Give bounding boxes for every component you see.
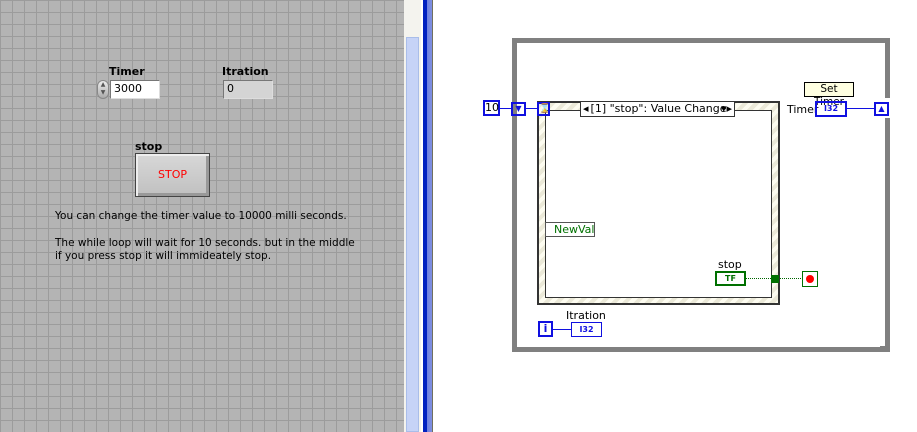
newval-node[interactable]: NewVal (545, 222, 595, 237)
iteration-terminal[interactable]: I32 (571, 322, 602, 337)
wire (500, 108, 511, 109)
tooltip: Set Timer (804, 82, 854, 108)
event-case-selector[interactable]: ◂ [1] "stop": Value Change ▾▸ (580, 101, 735, 117)
timer-input[interactable]: 3000 (110, 80, 160, 99)
stop-terminal[interactable]: TF (715, 271, 746, 286)
while-loop-edge (885, 118, 890, 352)
window-divider (423, 0, 433, 432)
constant-10[interactable]: 10 (483, 100, 500, 116)
note-line-1: You can change the timer value to 10000 … (55, 210, 347, 222)
front-panel: Timer ▲ ▼ 3000 Itration 0 stop STOP You c… (0, 0, 404, 432)
timer-increment-decrement[interactable]: ▲ ▼ (97, 80, 109, 99)
stop-condition-terminal[interactable] (802, 271, 818, 287)
stop-terminal-label: stop (718, 258, 742, 271)
loop-resize-handle[interactable] (880, 346, 890, 352)
shift-register-right-icon: ▲ (874, 102, 889, 116)
timer-terminal[interactable]: I32 (815, 101, 847, 117)
loop-index-terminal: i (538, 321, 553, 337)
wire (526, 108, 537, 109)
shift-register-left-icon: ▼ (511, 102, 526, 116)
scrollbar-thumb[interactable] (406, 37, 419, 432)
timer-label: Timer (109, 65, 145, 78)
prev-case-arrow-icon[interactable]: ◂ (581, 102, 591, 115)
iteration-indicator: 0 (223, 80, 273, 99)
stop-button[interactable]: STOP (135, 153, 210, 197)
case-dropdown-icon[interactable]: ▾▸ (721, 102, 732, 116)
event-case-label: [1] "stop": Value Change (590, 102, 727, 115)
wire (847, 108, 874, 109)
wire (553, 329, 571, 330)
iteration-terminal-label: Itration (566, 309, 606, 322)
stop-label: stop (135, 140, 163, 153)
note-line-2: The while loop will wait for 10 seconds.… (55, 237, 355, 249)
timer-terminal-label: Timer (787, 103, 819, 116)
hourglass-timeout-icon: ⌛ (537, 102, 551, 116)
event-tunnel (771, 275, 779, 283)
note-line-3: if you press stop it will immideately st… (55, 250, 272, 262)
iteration-label: Itration (222, 65, 269, 78)
while-loop-edge (885, 38, 890, 98)
